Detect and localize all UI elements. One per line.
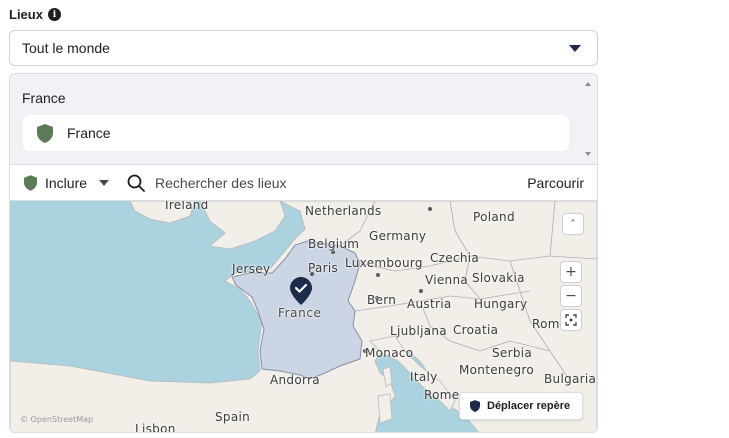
map-label-vienna: Vienna [425, 273, 469, 287]
map-view[interactable]: Ireland Netherlands Poland Belgium Germa… [10, 201, 597, 433]
locations-label-row: Lieux i [9, 7, 61, 22]
map-label-andorra: Andorra [270, 373, 320, 387]
location-item-label: France [67, 125, 111, 141]
search-icon [127, 174, 145, 192]
pin-icon [470, 400, 480, 412]
fit-bounds-button[interactable] [560, 309, 582, 331]
map-label-bulgaria: Bulgaria [544, 372, 597, 386]
include-dropdown[interactable]: Inclure [24, 174, 110, 191]
location-group-title: France [22, 90, 66, 106]
fit-bounds-icon [565, 314, 577, 326]
shield-check-icon [37, 123, 53, 143]
audience-select-value: Tout le monde [22, 40, 110, 56]
map-label-monaco: Monaco [365, 346, 414, 360]
map-label-netherlands: Netherlands [305, 204, 382, 218]
caret-down-icon [569, 45, 581, 52]
map-pin-check-icon[interactable] [290, 277, 312, 305]
map-label-montenegro: Montenegro [459, 363, 535, 377]
map-scroll-up-button[interactable]: ˄ [562, 213, 584, 235]
move-pin-label: Déplacer repère [487, 400, 571, 412]
map-label-czechia: Czechia [430, 251, 480, 265]
audience-select[interactable]: Tout le monde [9, 30, 598, 66]
map-label-hungary: Hungary [474, 297, 528, 311]
map-label-ljubljana: Ljubljana [390, 324, 447, 338]
info-icon[interactable]: i [47, 8, 61, 21]
map-label-lisbon: Lisbon [135, 422, 176, 433]
chevron-up-icon: ˄ [570, 218, 576, 230]
map-label-ireland: Ireland [165, 201, 209, 212]
map-label-belgium: Belgium [308, 237, 360, 251]
locations-label: Lieux [9, 7, 43, 22]
list-scroll-up-arrow[interactable] [585, 82, 591, 86]
map-label-romania: Rom [532, 317, 560, 331]
include-label: Inclure [45, 174, 88, 191]
map-label-rome: Rome [424, 388, 460, 402]
location-item-france[interactable]: France [23, 115, 569, 151]
map-label-bern: Bern [367, 293, 397, 307]
location-search-input[interactable] [155, 174, 486, 191]
plus-icon: + [565, 264, 577, 280]
map-label-jersey: Jersey [232, 262, 271, 276]
move-pin-button[interactable]: Déplacer repère [459, 392, 584, 420]
location-search-row: Inclure Parcourir [10, 164, 597, 201]
map-label-serbia: Serbia [492, 346, 533, 360]
map-label-france: France [278, 306, 322, 320]
map-label-spain: Spain [215, 410, 251, 424]
minus-icon: − [565, 288, 577, 304]
map-label-paris: Paris [308, 261, 339, 275]
list-scroll-down-arrow[interactable] [585, 152, 591, 156]
shield-icon [24, 174, 37, 191]
map-label-germany: Germany [369, 229, 427, 243]
browse-button[interactable]: Parcourir [527, 175, 584, 191]
map-label-austria: Austria [407, 297, 452, 311]
zoom-out-button[interactable]: − [560, 285, 582, 307]
chevron-down-icon [99, 179, 110, 186]
map-label-croatia: Croatia [453, 323, 499, 337]
map-label-italy: Italy [410, 370, 438, 384]
zoom-in-button[interactable]: + [560, 261, 582, 283]
location-list: France France [10, 74, 597, 164]
map-label-poland: Poland [473, 210, 515, 224]
map-label-luxembourg: Luxembourg [345, 256, 423, 270]
map-attribution: © OpenStreetMap [20, 415, 94, 424]
map-label-slovakia: Slovakia [472, 271, 525, 285]
locations-panel: France France Inclure Parcourir [9, 73, 598, 433]
